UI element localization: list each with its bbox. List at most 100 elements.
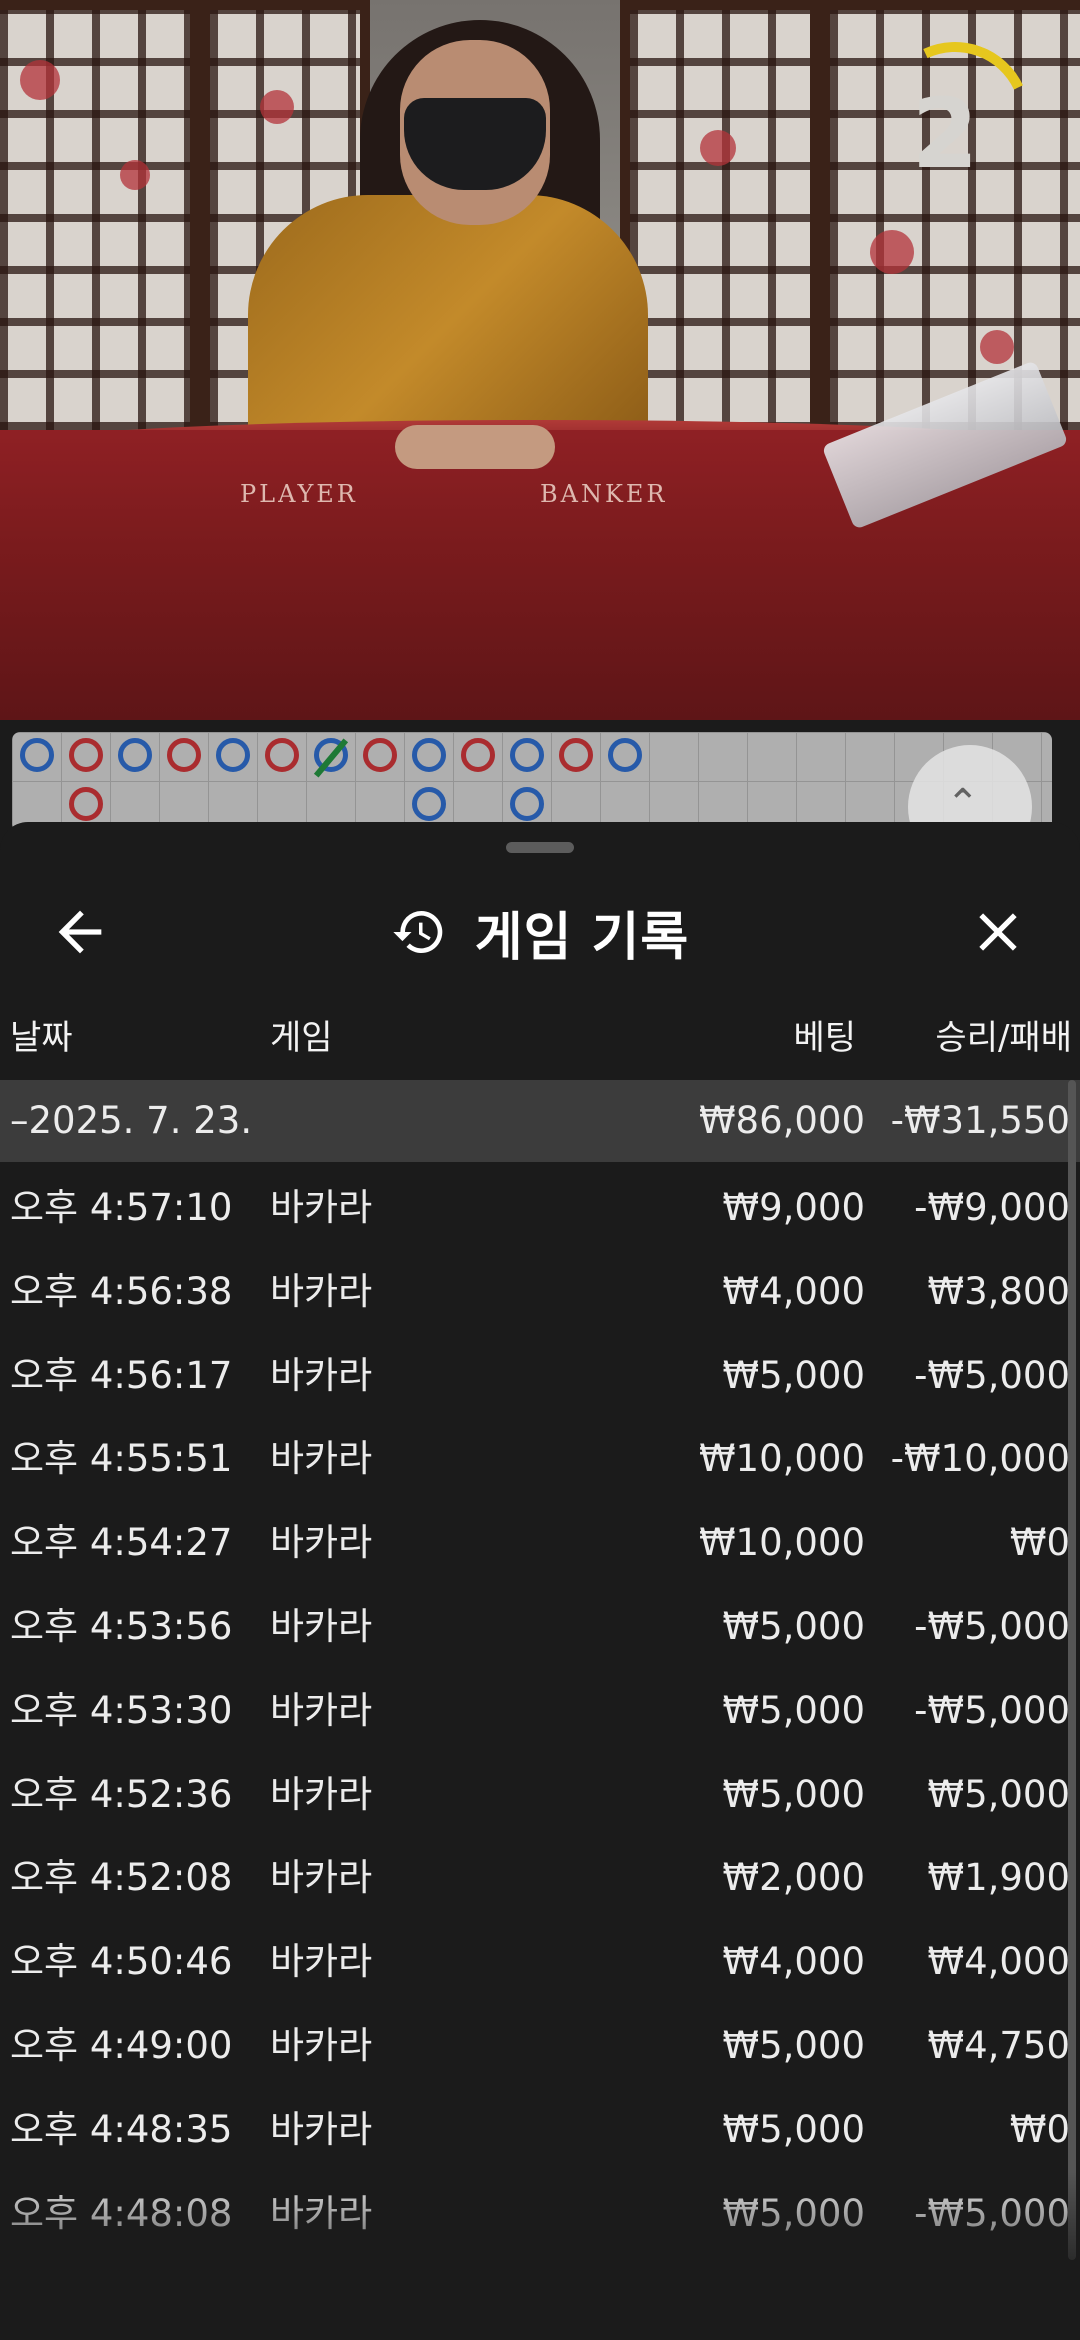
- bead-banker: [363, 738, 397, 772]
- row-time: 오후 4:49:00: [10, 2024, 233, 2067]
- row-game: 바카라: [270, 1688, 373, 1732]
- bead-player: [20, 738, 54, 772]
- row-result: -₩9,000: [914, 1186, 1070, 1229]
- row-time: 오후 4:53:56: [10, 1605, 233, 1648]
- bead-banker: [167, 738, 201, 772]
- bead-player: [412, 738, 446, 772]
- date-group-total-bet: ₩86,000: [698, 1099, 865, 1142]
- back-arrow-icon: [58, 910, 102, 954]
- table-row[interactable]: 오후 4:56:38 바카라 ₩4,000 ₩3,800: [0, 1250, 1080, 1334]
- row-result: ₩4,750: [927, 2024, 1070, 2067]
- row-bet: ₩5,000: [722, 2191, 865, 2235]
- row-time: 오후 4:55:51: [10, 1437, 233, 1481]
- game-history-sheet: 게임 기록 날짜 게임 베팅 승리/패배 –2025. 7. 23. ₩86,0…: [0, 822, 1080, 2340]
- row-time: 오후 4:53:30: [10, 1688, 233, 1732]
- row-result: ₩0: [1009, 2107, 1070, 2151]
- row-game: 바카라: [270, 1856, 373, 1900]
- row-time: 오후 4:52:08: [10, 1856, 233, 1900]
- bead-player: [510, 787, 544, 821]
- history-icon: [393, 911, 443, 953]
- table-row[interactable]: 오후 4:57:10 바카라 ₩9,000 -₩9,000: [0, 1166, 1080, 1250]
- screen-panel: [620, 0, 820, 440]
- table-row[interactable]: 오후 4:54:27 바카라 ₩10,000 ₩0: [0, 1501, 1080, 1585]
- row-result: -₩5,000: [914, 1688, 1070, 1732]
- bead-player: [510, 738, 544, 772]
- row-time: 오후 4:52:36: [10, 1772, 233, 1816]
- row-bet: ₩4,000: [722, 1269, 865, 1313]
- blossom-decor: [260, 90, 294, 124]
- row-result: ₩3,800: [927, 1269, 1070, 1313]
- row-bet: ₩9,000: [722, 1186, 865, 1229]
- chevron-up-icon: ⌃: [946, 781, 980, 827]
- back-button[interactable]: [48, 900, 112, 964]
- row-result: -₩5,000: [914, 2191, 1070, 2235]
- table-row[interactable]: 오후 4:48:35 바카라 ₩5,000 ₩0: [0, 2088, 1080, 2172]
- table-row[interactable]: 오후 4:53:30 바카라 ₩5,000 -₩5,000: [0, 1669, 1080, 1753]
- row-result: -₩5,000: [914, 1353, 1070, 1397]
- row-bet: ₩10,000: [698, 1521, 865, 1565]
- bead-player: [216, 738, 250, 772]
- row-result: ₩0: [1009, 1521, 1070, 1565]
- row-game: 바카라: [270, 2107, 373, 2151]
- row-result: -₩5,000: [914, 1605, 1070, 1648]
- blossom-decor: [700, 130, 736, 166]
- row-game: 바카라: [270, 1521, 373, 1565]
- sheet-title: 게임 기록: [474, 907, 690, 968]
- row-time: 오후 4:57:10: [10, 1186, 233, 1229]
- row-game: 바카라: [270, 1186, 373, 1229]
- table-row[interactable]: 오후 4:52:36 바카라 ₩5,000 ₩5,000: [0, 1753, 1080, 1837]
- row-bet: ₩5,000: [722, 2024, 865, 2067]
- felt-player-label: PLAYER: [240, 480, 358, 508]
- row-result: ₩5,000: [927, 1772, 1070, 1816]
- bead-banker: [559, 738, 593, 772]
- date-group-row[interactable]: –2025. 7. 23. ₩86,000 -₩31,550: [0, 1080, 1080, 1162]
- row-game: 바카라: [270, 1940, 373, 1984]
- row-result: ₩1,900: [927, 1856, 1070, 1900]
- blossom-decor: [120, 160, 150, 190]
- countdown-timer-value: 2: [911, 78, 979, 190]
- blossom-decor: [20, 60, 60, 100]
- row-result: -₩10,000: [890, 1437, 1070, 1481]
- row-bet: ₩5,000: [722, 1772, 865, 1816]
- close-button[interactable]: [966, 900, 1030, 964]
- row-time: 오후 4:48:35: [10, 2107, 233, 2151]
- row-game: 바카라: [270, 1605, 373, 1648]
- bead-banker: [461, 738, 495, 772]
- column-header-bet: 베팅: [793, 1018, 856, 1058]
- blossom-decor: [980, 330, 1014, 364]
- bead-player: [118, 738, 152, 772]
- row-bet: ₩2,000: [722, 1856, 865, 1900]
- row-time: 오후 4:50:46: [10, 1940, 233, 1984]
- live-video-feed: PLAYER BANKER 2: [0, 0, 1080, 720]
- date-group-total-result: -₩31,550: [890, 1099, 1070, 1142]
- table-row[interactable]: 오후 4:56:17 바카라 ₩5,000 -₩5,000: [0, 1334, 1080, 1418]
- bead-road-scoreboard[interactable]: [12, 732, 1052, 832]
- column-header-game: 게임: [270, 1018, 333, 1058]
- bead-player: [608, 738, 642, 772]
- date-group-date: –2025. 7. 23.: [10, 1099, 253, 1142]
- row-time: 오후 4:48:08: [10, 2191, 233, 2235]
- close-icon: [979, 913, 1017, 951]
- bead-player: [412, 787, 446, 821]
- row-time: 오후 4:56:17: [10, 1353, 233, 1397]
- row-game: 바카라: [270, 1353, 373, 1397]
- sheet-drag-handle[interactable]: [506, 842, 574, 853]
- table-row[interactable]: 오후 4:49:00 바카라 ₩5,000 ₩4,750: [0, 2004, 1080, 2088]
- table-row[interactable]: 오후 4:53:56 바카라 ₩5,000 -₩5,000: [0, 1585, 1080, 1669]
- row-time: 오후 4:56:38: [10, 1269, 233, 1313]
- row-game: 바카라: [270, 2191, 373, 2235]
- row-bet: ₩5,000: [722, 1605, 865, 1648]
- column-header-result: 승리/패배: [935, 1018, 1072, 1058]
- row-bet: ₩5,000: [722, 1688, 865, 1732]
- bead-banker: [69, 738, 103, 772]
- table-row[interactable]: 오후 4:50:46 바카라 ₩4,000 ₩4,000: [0, 1920, 1080, 2004]
- table-row[interactable]: 오후 4:48:08 바카라 ₩5,000 -₩5,000: [0, 2172, 1080, 2256]
- table-row[interactable]: 오후 4:55:51 바카라 ₩10,000 -₩10,000: [0, 1417, 1080, 1501]
- bead-banker: [265, 738, 299, 772]
- row-bet: ₩10,000: [698, 1437, 865, 1481]
- table-row[interactable]: 오후 4:52:08 바카라 ₩2,000 ₩1,900: [0, 1836, 1080, 1920]
- row-game: 바카라: [270, 1437, 373, 1481]
- row-bet: ₩5,000: [722, 2107, 865, 2151]
- scrollbar[interactable]: [1068, 1080, 1076, 2260]
- row-game: 바카라: [270, 1269, 373, 1313]
